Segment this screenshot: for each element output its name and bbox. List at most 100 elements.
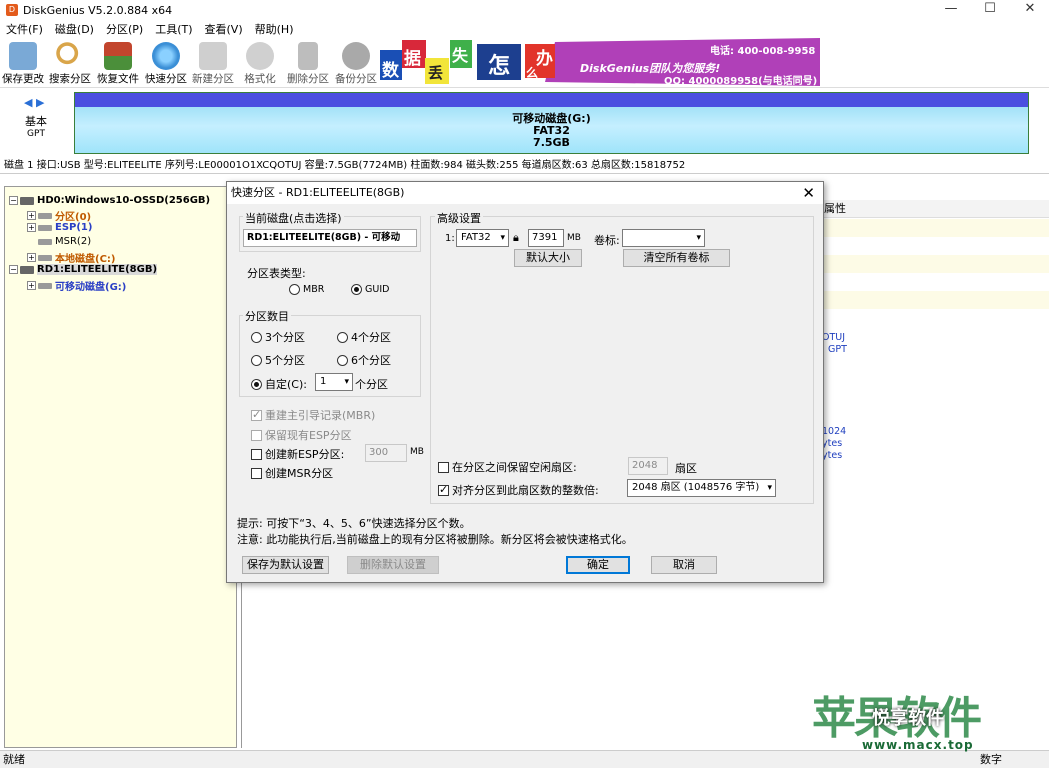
radio-button[interactable]: [251, 331, 262, 343]
mbr-radio-button[interactable]: [289, 284, 300, 295]
current-disk-field[interactable]: RD1:ELITEELITE(8GB) - 可移动: [243, 229, 417, 247]
checkbox[interactable]: [251, 467, 262, 479]
expand-icon[interactable]: +: [27, 253, 36, 262]
align-checkbox[interactable]: 对齐分区到此扇区数的整数倍:: [438, 482, 599, 498]
tree-disk-hd0[interactable]: − HD0:Windows10-OSSD(256GB): [9, 195, 210, 206]
disk-nav-arrows[interactable]: ◀ ▶: [24, 96, 44, 109]
menu-help[interactable]: 帮助(H): [249, 21, 300, 37]
checkbox[interactable]: [251, 429, 262, 441]
checkbox[interactable]: [251, 408, 262, 421]
checkbox[interactable]: [438, 483, 449, 496]
guid-radio-button[interactable]: [351, 284, 362, 295]
volume-label-select[interactable]: ▾: [622, 229, 705, 247]
new-partition-button[interactable]: 新建分区: [190, 40, 236, 86]
tree-disk-rd1-label: RD1:ELITEELITE(8GB): [37, 264, 158, 275]
format-icon: [246, 42, 274, 70]
recover-files-button[interactable]: 恢复文件: [95, 40, 141, 86]
delete-default-button[interactable]: 删除默认设置: [347, 556, 439, 574]
backup-partition-button[interactable]: 备份分区: [333, 40, 379, 86]
close-window-button[interactable]: ✕: [1012, 0, 1048, 20]
four-partitions-label: 4个分区: [351, 331, 391, 344]
partition-bar[interactable]: 可移动磁盘(G:) FAT32 7.5GB: [74, 92, 1029, 154]
menu-partition[interactable]: 分区(P): [100, 21, 149, 37]
reserve-sectors-input[interactable]: 2048: [628, 457, 668, 475]
table-row: [822, 255, 1049, 273]
expand-icon[interactable]: +: [27, 281, 36, 290]
clear-labels-button[interactable]: 清空所有卷标: [623, 249, 730, 267]
keep-esp-label: 保留现有ESP分区: [265, 429, 352, 442]
partition-row-index: 1:: [445, 233, 455, 244]
delete-partition-button[interactable]: 删除分区: [285, 40, 331, 86]
lock-icon[interactable]: 🔒︎: [513, 231, 519, 245]
create-msr-checkbox[interactable]: 创建MSR分区: [251, 465, 333, 481]
tree-part-0[interactable]: + 分区(0): [27, 208, 91, 223]
quick-partition-button[interactable]: 快速分区: [143, 40, 189, 86]
three-partitions-radio[interactable]: 3个分区: [251, 329, 305, 345]
checkbox[interactable]: [438, 461, 449, 473]
ad-banner[interactable]: 数 据 丢 失 怎 么 办 DiskGenius团队为您服务! 电话: 400-…: [380, 38, 820, 86]
default-size-button[interactable]: 默认大小: [514, 249, 582, 267]
expand-icon[interactable]: +: [27, 223, 36, 232]
reserve-free-checkbox[interactable]: 在分区之间保留空闲扇区:: [438, 459, 577, 475]
save-changes-button[interactable]: 保存更改: [0, 40, 46, 86]
tree-part-g[interactable]: + 可移动磁盘(G:): [27, 278, 126, 293]
save-default-button[interactable]: 保存为默认设置: [242, 556, 329, 574]
radio-button[interactable]: [337, 331, 348, 343]
custom-partitions-radio[interactable]: 自定(C):: [251, 376, 307, 392]
five-partitions-radio[interactable]: 5个分区: [251, 352, 305, 368]
new-partition-icon: [199, 42, 227, 70]
collapse-icon[interactable]: −: [9, 265, 18, 274]
partition-size-input[interactable]: 7391: [528, 229, 564, 247]
filesystem-value: FAT32: [461, 232, 491, 243]
six-partitions-radio[interactable]: 6个分区: [337, 352, 391, 368]
checkbox[interactable]: [251, 448, 262, 460]
table-row: [822, 219, 1049, 237]
guid-radio[interactable]: GUID: [351, 284, 389, 295]
save-changes-label: 保存更改: [2, 73, 44, 85]
table-type-label: 分区表类型:: [247, 267, 306, 280]
minimize-button[interactable]: —: [933, 0, 969, 20]
column-header-attributes[interactable]: 属性: [822, 200, 1049, 218]
mbr-radio[interactable]: MBR: [289, 284, 324, 295]
dialog-close-icon[interactable]: ✕: [802, 183, 815, 203]
esp-size-input[interactable]: 300: [365, 444, 407, 462]
tree-part-msr[interactable]: MSR(2): [38, 236, 91, 247]
current-disk-label: 当前磁盘(点击选择): [243, 210, 344, 226]
format-button[interactable]: 格式化: [237, 40, 283, 86]
create-esp-checkbox[interactable]: 创建新ESP分区:: [251, 446, 344, 462]
tree-part-c[interactable]: + 本地磁盘(C:): [27, 250, 115, 265]
ok-button[interactable]: 确定: [566, 556, 630, 574]
three-partitions-label: 3个分区: [265, 331, 305, 344]
collapse-icon[interactable]: −: [9, 196, 18, 205]
filesystem-select[interactable]: FAT32 ▾: [456, 229, 509, 247]
maximize-button[interactable]: ☐: [972, 0, 1008, 20]
menu-disk[interactable]: 磁盘(D): [49, 21, 100, 37]
rebuild-mbr-checkbox[interactable]: 重建主引导记录(MBR): [251, 407, 375, 423]
tree-disk-hd0-label: HD0:Windows10-OSSD(256GB): [37, 195, 211, 206]
custom-count-suffix: 个分区: [355, 378, 388, 391]
app-logo-icon: D: [6, 4, 18, 16]
menu-tools[interactable]: 工具(T): [149, 21, 198, 37]
window-title: DiskGenius V5.2.0.884 x64: [23, 3, 173, 17]
search-partition-button[interactable]: 搜索分区: [47, 40, 93, 86]
format-label: 格式化: [244, 73, 276, 85]
menu-view[interactable]: 查看(V): [199, 21, 249, 37]
tree-disk-rd1[interactable]: − RD1:ELITEELITE(8GB): [9, 264, 158, 275]
custom-count-select[interactable]: 1 ▾: [315, 373, 353, 391]
chevron-down-icon: ▾: [696, 233, 701, 243]
radio-button[interactable]: [251, 378, 262, 390]
tree-part-esp[interactable]: + ESP(1): [27, 222, 92, 233]
search-icon: [56, 42, 84, 70]
partition-bar-text: 可移动磁盘(G:) FAT32 7.5GB: [75, 113, 1028, 149]
radio-button[interactable]: [251, 354, 262, 366]
radio-button[interactable]: [337, 354, 348, 366]
keep-esp-checkbox[interactable]: 保留现有ESP分区: [251, 427, 352, 443]
align-select[interactable]: 2048 扇区 (1048576 字节) ▾: [627, 479, 776, 497]
custom-partitions-label: 自定(C):: [265, 378, 307, 391]
cancel-button[interactable]: 取消: [651, 556, 717, 574]
four-partitions-radio[interactable]: 4个分区: [337, 329, 391, 345]
menu-file[interactable]: 文件(F): [0, 21, 49, 37]
disk-icon: [20, 196, 34, 205]
expand-icon[interactable]: +: [27, 211, 36, 220]
disk-tree: − HD0:Windows10-OSSD(256GB) + 分区(0) + ES…: [4, 186, 237, 748]
